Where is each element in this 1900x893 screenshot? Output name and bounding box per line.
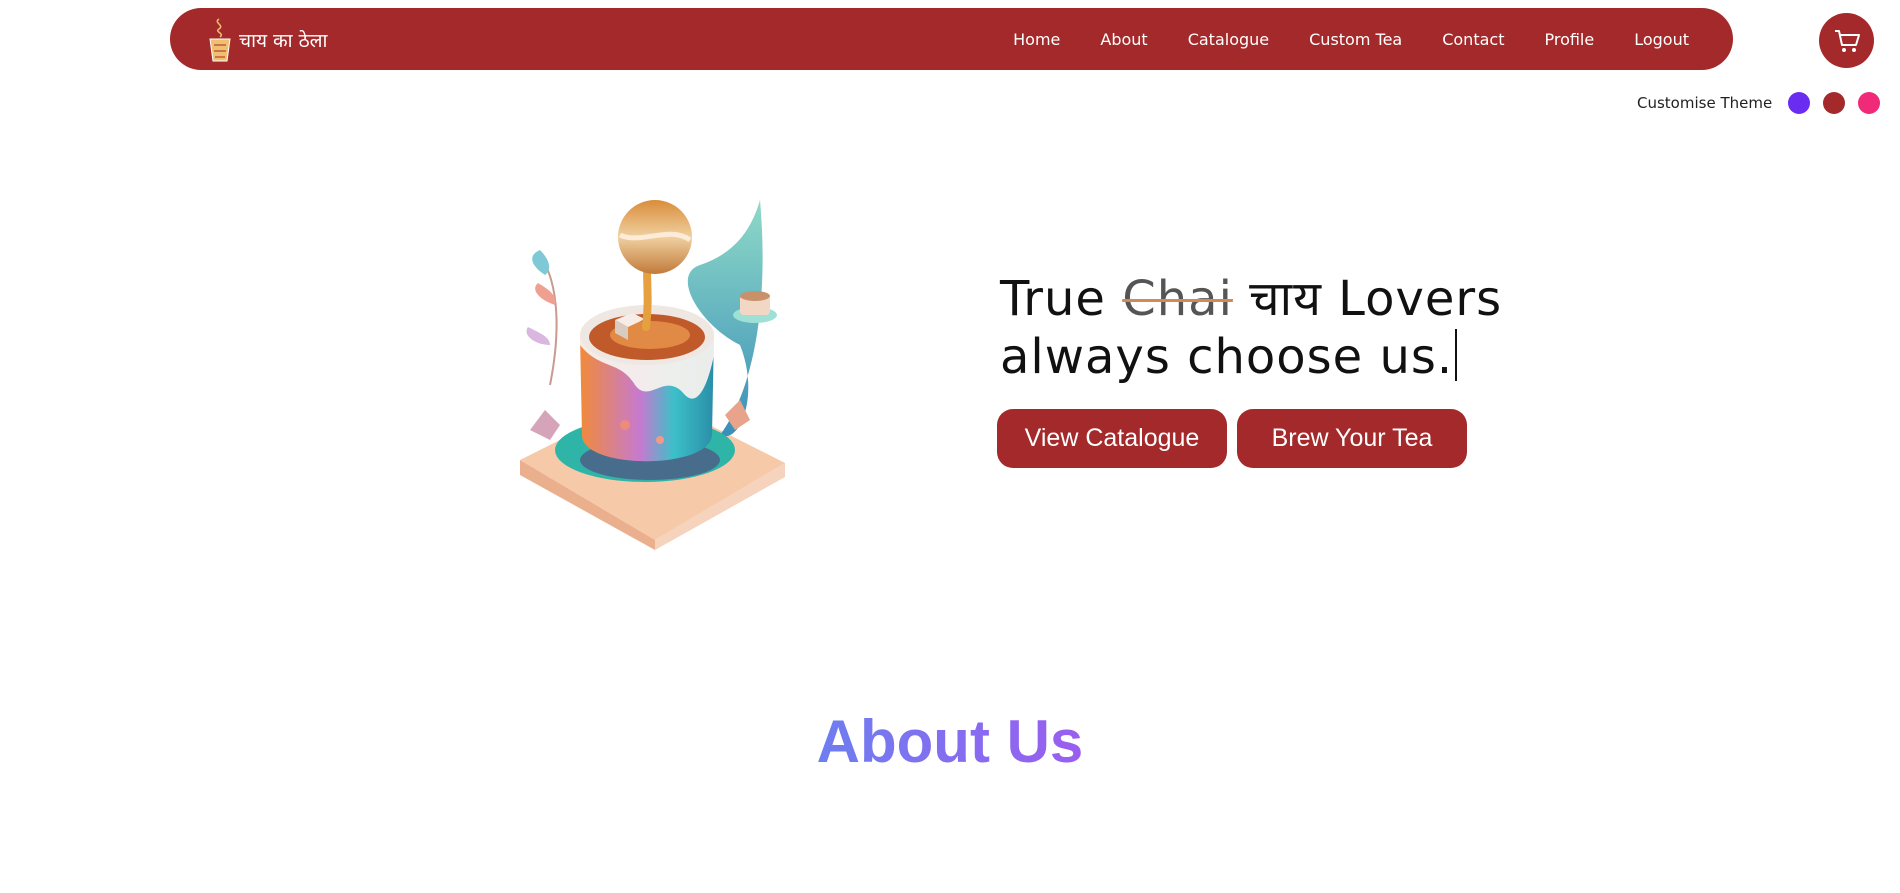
tea-cup-logo-icon bbox=[209, 18, 231, 62]
nav-links: Home About Catalogue Custom Tea Contact … bbox=[1013, 8, 1689, 70]
theme-selector: Customise Theme bbox=[1637, 92, 1893, 114]
hero-line1-a: True bbox=[1000, 271, 1123, 327]
hero-heading: True Chai चाय Lovers always choose us. bbox=[1000, 270, 1502, 386]
nav-link-contact[interactable]: Contact bbox=[1442, 30, 1504, 49]
hero-line1-b: चाय Lovers bbox=[1232, 271, 1503, 327]
nav-link-logout[interactable]: Logout bbox=[1634, 30, 1689, 49]
theme-swatch-red[interactable] bbox=[1823, 92, 1846, 114]
nav-link-catalogue[interactable]: Catalogue bbox=[1188, 30, 1269, 49]
theme-swatch-purple[interactable] bbox=[1788, 92, 1811, 114]
theme-swatch-pink[interactable] bbox=[1858, 92, 1881, 114]
navbar: चाय का ठेला Home About Catalogue Custom … bbox=[170, 8, 1733, 70]
nav-link-profile[interactable]: Profile bbox=[1544, 30, 1594, 49]
theme-label: Customise Theme bbox=[1637, 94, 1773, 112]
about-us-title-text: About Us bbox=[816, 708, 1084, 775]
nav-link-custom-tea[interactable]: Custom Tea bbox=[1309, 30, 1402, 49]
hero-strikethrough-word: Chai bbox=[1122, 271, 1233, 327]
hero-line2: always choose us. bbox=[1000, 329, 1454, 385]
cart-icon bbox=[1834, 29, 1860, 52]
brand-logo-link[interactable]: चाय का ठेला bbox=[205, 15, 327, 65]
brew-your-tea-button[interactable]: Brew Your Tea bbox=[1237, 409, 1467, 468]
about-us-heading: About Us bbox=[0, 707, 1900, 776]
cart-button[interactable] bbox=[1819, 13, 1874, 68]
brand-name: चाय का ठेला bbox=[239, 30, 328, 52]
view-catalogue-button[interactable]: View Catalogue bbox=[997, 409, 1227, 468]
nav-link-home[interactable]: Home bbox=[1013, 30, 1060, 49]
hero-chai-illustration bbox=[520, 200, 785, 550]
nav-link-about[interactable]: About bbox=[1100, 30, 1147, 49]
typing-caret bbox=[1455, 329, 1458, 381]
